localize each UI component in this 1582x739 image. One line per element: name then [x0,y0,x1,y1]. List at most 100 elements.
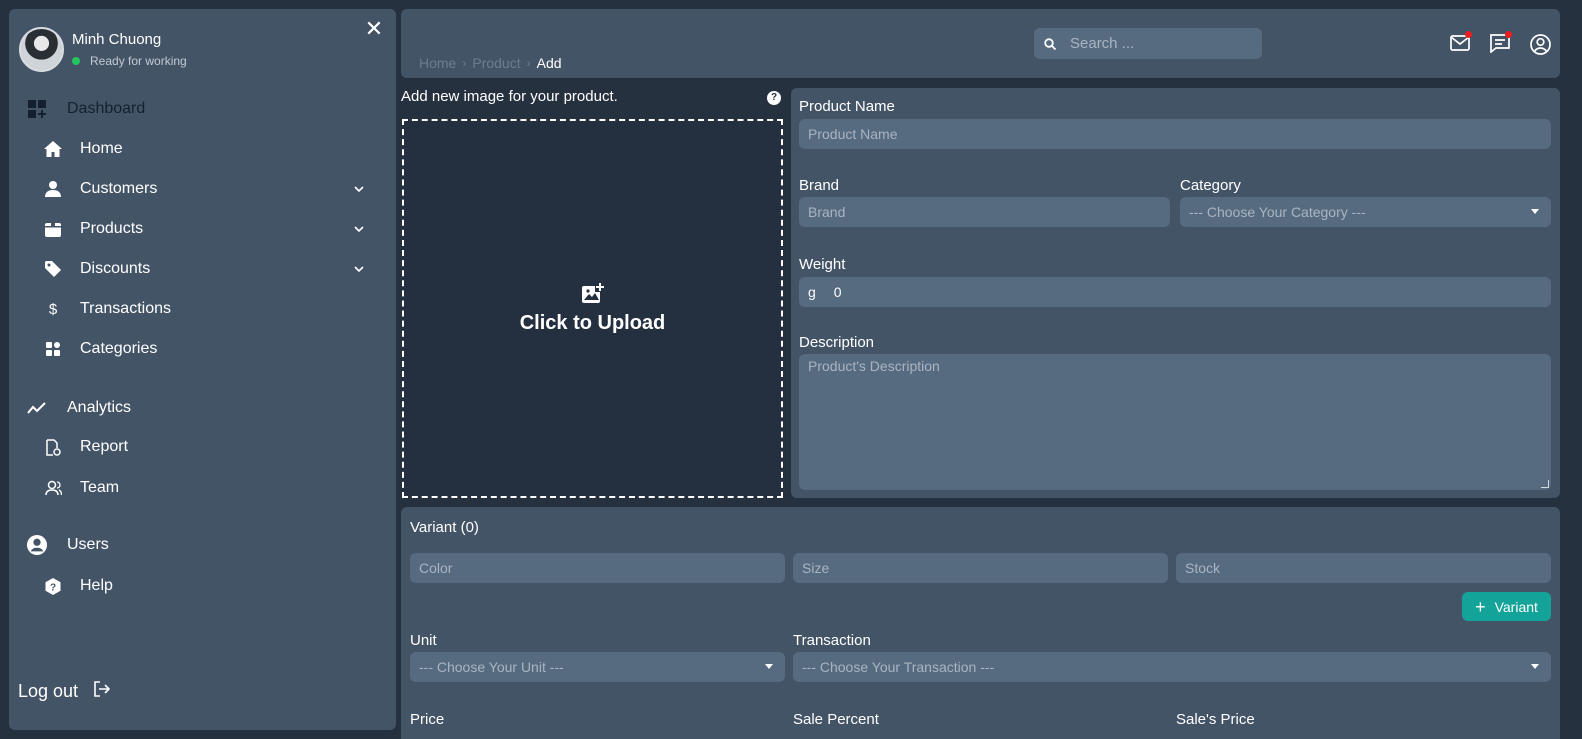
search-box[interactable] [1034,28,1262,59]
description-textarea[interactable] [808,358,1551,486]
plus-icon: + [1475,596,1486,617]
product-name-label: Product Name [799,98,895,115]
color-field[interactable] [410,553,785,583]
breadcrumb: Home › Product › Add [419,55,562,71]
stock-input[interactable] [1185,560,1551,576]
chevron-right-icon: › [462,56,467,70]
variant-panel: Variant (0) + Variant Unit --- Choose Yo… [401,507,1560,739]
box-icon [43,219,63,239]
unit-value: --- Choose Your Unit --- [419,659,564,675]
weight-field[interactable]: g [799,277,1551,307]
sidebar-item-categories[interactable]: Categories [43,336,157,362]
notification-badge [1505,31,1512,38]
brand-field[interactable] [799,197,1170,227]
top-header: Home › Product › Add [401,9,1560,78]
sidebar-item-home[interactable]: Home [43,136,123,162]
breadcrumb-product[interactable]: Product [472,55,520,71]
sidebar-item-label: Categories [80,340,158,357]
sidebar-item-label: Analytics [67,399,132,416]
brand-input[interactable] [808,204,1170,220]
chart-line-icon [27,398,47,418]
unit-select[interactable]: --- Choose Your Unit --- [410,652,785,682]
sidebar-item-label: Discounts [80,260,151,277]
sidebar-item-users[interactable]: Users [27,532,109,558]
weight-unit: g [808,284,816,300]
notification-badge [1465,31,1472,38]
caret-down-icon [1531,664,1539,669]
upload-title: Add new image for your product. [401,88,618,105]
breadcrumb-add: Add [536,55,562,71]
caret-down-icon [1531,209,1539,214]
description-field[interactable] [799,354,1551,490]
sidebar-item-help[interactable]: ? Help [43,573,113,599]
add-variant-label: Variant [1494,598,1538,615]
sidebar-item-team[interactable]: Team [43,475,119,501]
product-name-field[interactable] [799,119,1551,149]
chevron-down-icon[interactable] [354,184,364,194]
weight-label: Weight [799,256,846,273]
user-status: Ready for working [90,54,187,68]
size-input[interactable] [802,560,1168,576]
grid-icon [43,339,63,359]
price-label: Price [410,711,445,728]
chevron-right-icon: › [526,56,531,70]
product-name-input[interactable] [808,126,1551,142]
dollar-icon: $ [48,300,58,318]
sidebar-item-dashboard[interactable]: Dashboard [27,96,145,122]
color-input[interactable] [419,560,785,576]
report-icon [43,437,63,457]
add-variant-button[interactable]: + Variant [1462,592,1551,621]
home-icon [43,139,63,159]
account-button[interactable] [1530,34,1552,55]
sidebar-item-label: Dashboard [67,100,146,117]
chevron-down-icon[interactable] [354,264,364,274]
sidebar-item-label: Users [67,536,109,553]
mail-button[interactable] [1450,31,1472,54]
upload-label: Click to Upload [519,312,666,334]
chevron-down-icon[interactable] [354,224,364,234]
size-field[interactable] [793,553,1168,583]
sidebar-item-label: Transactions [80,300,171,317]
user-icon [43,179,63,199]
transaction-value: --- Choose Your Transaction --- [802,659,995,675]
avatar[interactable] [19,27,64,72]
user-circle-icon [27,535,47,555]
sidebar-item-label: Help [80,577,113,594]
search-input[interactable] [1070,35,1250,52]
stock-field[interactable] [1176,553,1551,583]
sidebar-item-discounts[interactable]: Discounts [43,256,364,282]
upload-dropzone[interactable]: Click to Upload [402,119,783,498]
sidebar-item-analytics[interactable]: Analytics [27,395,131,421]
resize-handle-icon[interactable] [1541,480,1549,488]
search-icon [1044,37,1056,50]
sidebar-item-transactions[interactable]: $ Transactions [43,296,171,322]
transaction-label: Transaction [793,632,871,649]
sidebar-item-label: Home [80,140,123,157]
dashboard-icon [27,99,47,119]
messages-button[interactable] [1490,31,1512,54]
logout-button[interactable]: Log out [18,681,111,702]
category-select[interactable]: --- Choose Your Category --- [1180,197,1551,227]
brand-label: Brand [799,177,840,194]
weight-input[interactable] [833,284,1551,300]
svg-text:?: ? [50,582,56,593]
sidebar-item-customers[interactable]: Customers [43,176,364,202]
sale-price-label: Sale's Price [1176,711,1255,728]
sidebar-item-products[interactable]: Products [43,216,364,242]
variant-title: Variant (0) [410,519,479,536]
status-dot-icon [72,57,80,65]
transaction-select[interactable]: --- Choose Your Transaction --- [793,652,1551,682]
category-value: --- Choose Your Category --- [1189,204,1366,220]
add-image-icon [581,282,605,303]
breadcrumb-home[interactable]: Home [419,55,456,71]
help-icon[interactable]: ? [767,91,781,105]
caret-down-icon [765,664,773,669]
user-circle-icon [1530,34,1551,55]
sale-percent-label: Sale Percent [793,711,879,728]
tag-icon [43,259,63,279]
description-label: Description [799,334,875,351]
sidebar-item-label: Team [80,479,120,496]
sidebar-item-report[interactable]: Report [43,434,128,460]
close-sidebar-button[interactable]: ✕ [364,18,384,40]
logout-label: Log out [18,681,79,701]
